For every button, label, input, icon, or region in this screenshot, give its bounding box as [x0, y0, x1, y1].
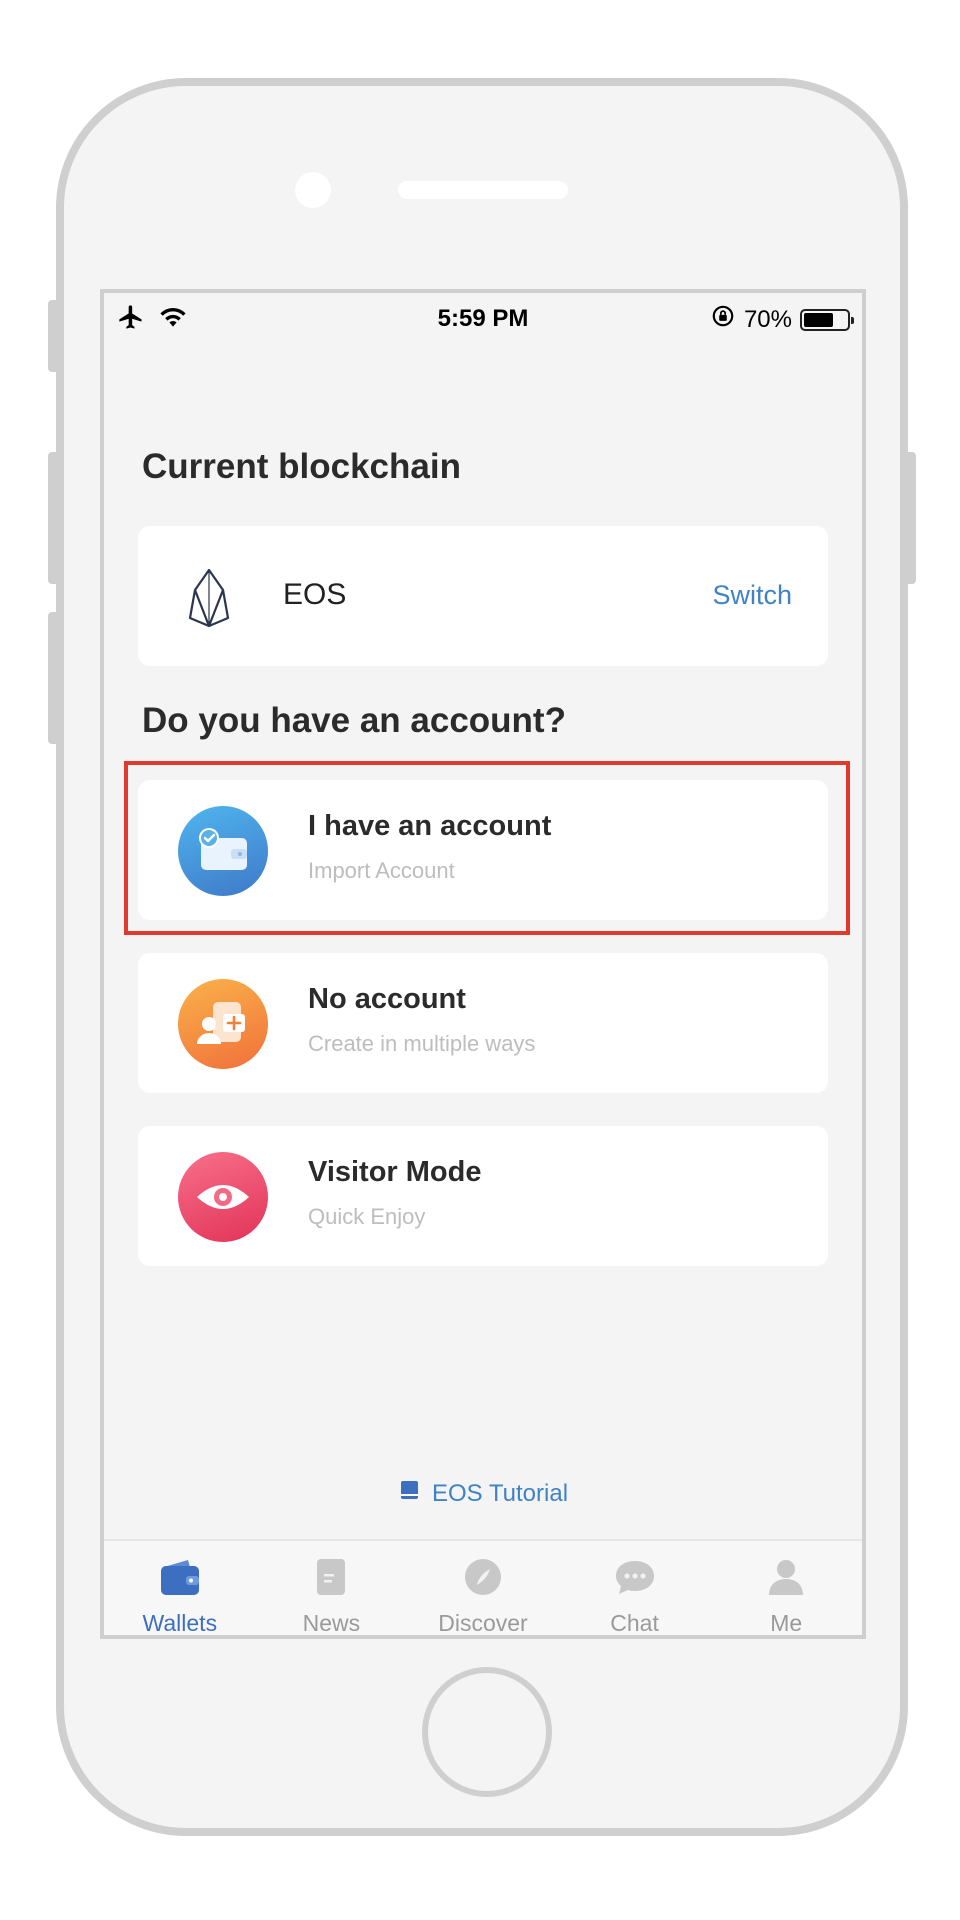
tab-wallets[interactable]: Wallets [104, 1541, 256, 1636]
option-create-account[interactable]: No account Create in multiple ways [138, 953, 828, 1093]
option-subtitle: Create in multiple ways [308, 1031, 536, 1056]
status-right: 70% [710, 303, 854, 336]
chain-name: EOS [283, 578, 347, 611]
front-camera [295, 172, 331, 208]
home-button[interactable] [422, 1667, 552, 1797]
eye-icon [178, 1152, 268, 1242]
volume-up-button [48, 452, 62, 584]
highlight-box [124, 761, 850, 935]
switch-chain-button[interactable]: Switch [712, 580, 792, 611]
battery-percent: 70% [743, 305, 792, 333]
power-button [902, 452, 916, 584]
book-icon [398, 1478, 422, 1509]
app-screen: 5:59 PM 70% Current blockchain EOS Switc… [100, 289, 866, 1639]
account-question-heading: Do you have an account? [142, 701, 566, 740]
battery-cap [851, 316, 854, 324]
volume-down-button [48, 612, 62, 744]
tab-chat[interactable]: Chat [559, 1541, 711, 1636]
current-blockchain-heading: Current blockchain [142, 447, 461, 486]
eos-tutorial-link[interactable]: EOS Tutorial [104, 1478, 862, 1509]
tab-me[interactable]: Me [710, 1541, 862, 1636]
option-title: No account [308, 983, 466, 1015]
wallet-icon [158, 1557, 202, 1602]
tab-label: News [302, 1610, 361, 1636]
option-visitor-mode[interactable]: Visitor Mode Quick Enjoy [138, 1126, 828, 1266]
tab-news[interactable]: News [256, 1541, 408, 1636]
battery-icon [800, 308, 854, 331]
tab-bar: Wallets News Discover Chat Me [104, 1539, 862, 1636]
compass-icon [463, 1557, 503, 1602]
option-subtitle: Quick Enjoy [308, 1204, 426, 1229]
earpiece-speaker [398, 181, 568, 199]
tab-label: Wallets [142, 1610, 218, 1636]
eos-logo-icon [188, 568, 230, 633]
current-chain-card: EOS Switch [138, 526, 828, 666]
tab-label: Me [770, 1610, 803, 1636]
tab-discover[interactable]: Discover [407, 1541, 559, 1636]
chat-icon [613, 1557, 657, 1602]
status-bar: 5:59 PM 70% [104, 293, 862, 343]
option-title: Visitor Mode [308, 1156, 482, 1188]
mute-switch [48, 300, 62, 372]
tutorial-label: EOS Tutorial [431, 1479, 569, 1507]
create-account-icon [178, 979, 268, 1069]
battery-level [804, 312, 834, 327]
tab-label: Discover [438, 1610, 528, 1636]
person-icon [766, 1557, 806, 1602]
tab-label: Chat [610, 1610, 659, 1636]
rotation-lock-icon [710, 303, 736, 336]
news-icon [311, 1557, 351, 1602]
